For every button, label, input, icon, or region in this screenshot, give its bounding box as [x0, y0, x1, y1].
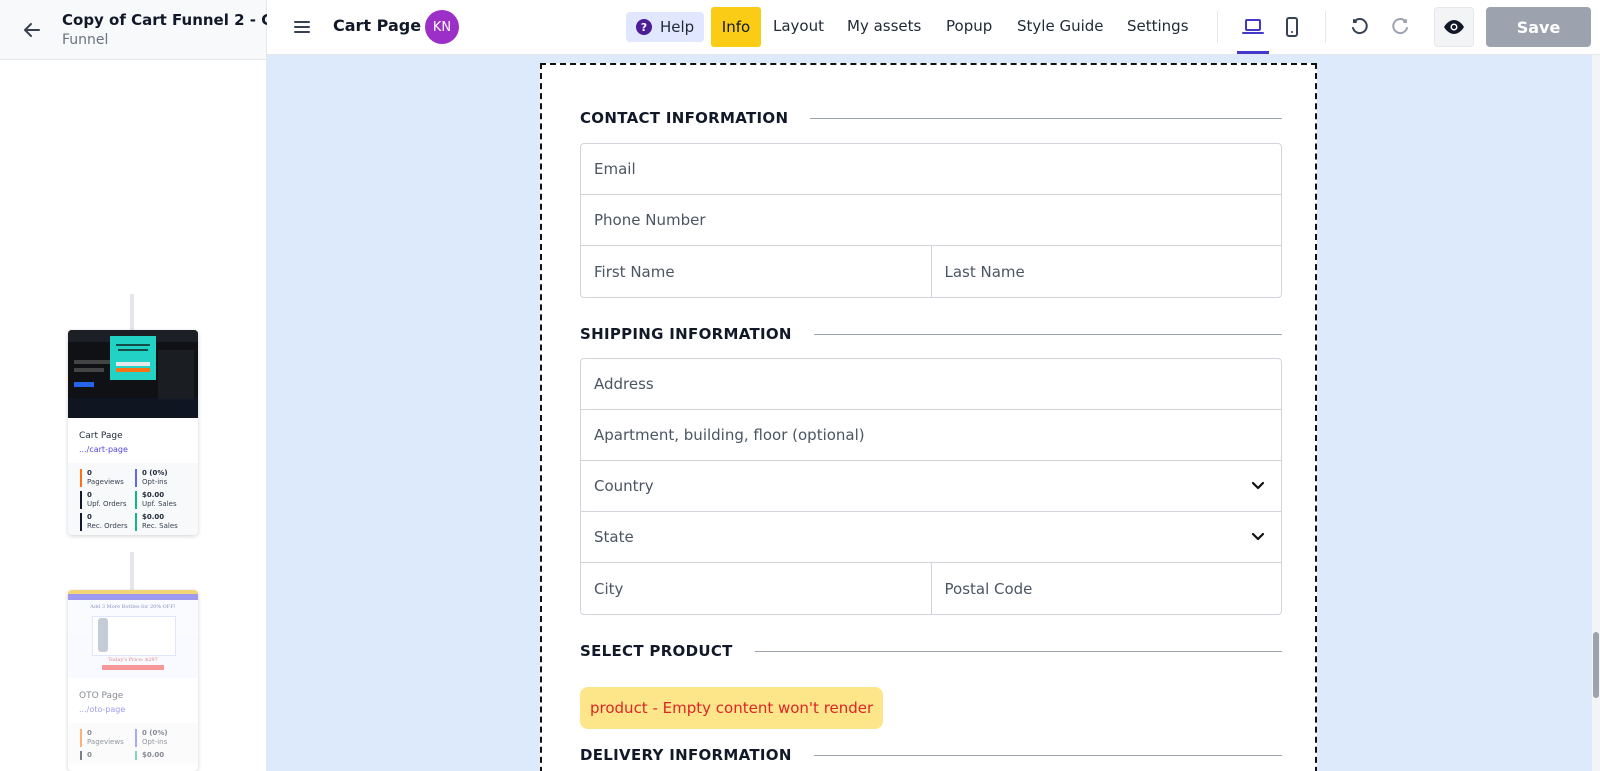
editor-canvas: CONTACT INFORMATION Email Phone Number F…: [267, 55, 1592, 771]
stat-upf-orders: 0: [80, 751, 135, 760]
phone-field[interactable]: Phone Number: [581, 195, 1281, 245]
step-thumbnail: Add 3 More Bottles for 20% OFF! Today's …: [68, 590, 198, 678]
address-field[interactable]: Address: [581, 359, 1281, 409]
contact-fields: Email Phone Number First Name Last Name: [580, 143, 1282, 298]
step-url[interactable]: .../oto-page: [68, 701, 198, 723]
stat-pageviews: 0 Pageviews: [80, 729, 135, 747]
mobile-view-icon[interactable]: [1279, 14, 1305, 40]
step-card-oto-page[interactable]: Add 3 More Bottles for 20% OFF! Today's …: [68, 590, 198, 771]
divider: [1325, 11, 1326, 43]
info-button[interactable]: Info: [711, 7, 761, 47]
shipping-fields: Address Apartment, building, floor (opti…: [580, 358, 1282, 615]
step-name: OTO Page: [79, 691, 124, 701]
stat-upf-sales: $0.00 Upf. Sales: [135, 491, 190, 509]
step-stats: 0 Pageviews 0 (0%) Opt-ins 0 $0.00: [68, 723, 198, 764]
scrollbar-thumb[interactable]: [1593, 632, 1599, 698]
funnel-subtitle: Funnel: [62, 32, 109, 48]
stat-optins: 0 (0%) Opt-ins: [135, 729, 190, 747]
divider: [1217, 11, 1218, 43]
postal-code-field[interactable]: Postal Code: [930, 563, 1282, 614]
funnel-title: Copy of Cart Funnel 2 - C...: [62, 11, 290, 29]
nav-popup[interactable]: Popup: [946, 17, 992, 35]
editor-toolbar: Cart Page KN ? Help Info Layout My asset…: [267, 0, 1600, 55]
desktop-view-icon[interactable]: [1240, 14, 1266, 40]
stat-optins: 0 (0%) Opt-ins: [135, 469, 190, 487]
step-url[interactable]: .../cart-page: [68, 441, 198, 463]
stat-rec-orders: 0 Rec. Orders: [80, 513, 135, 531]
question-icon: ?: [636, 19, 652, 35]
chevron-down-icon: [1251, 528, 1265, 546]
step-card-cart-page[interactable]: Cart Page .../cart-page 0 Pageviews 0 (0%…: [68, 330, 198, 535]
delivery-heading: DELIVERY INFORMATION: [580, 746, 1282, 764]
nav-layout[interactable]: Layout: [773, 17, 824, 35]
product-empty-notice[interactable]: product - Empty content won't render: [580, 687, 884, 729]
thumb-heading: Add 3 More Bottles for 20% OFF!: [90, 604, 176, 610]
stat-rec-sales: $0.00 Rec. Sales: [135, 513, 190, 531]
nav-my-assets[interactable]: My assets: [847, 17, 921, 35]
step-connector: [130, 552, 134, 590]
first-name-field[interactable]: First Name: [581, 246, 931, 297]
avatar[interactable]: KN: [425, 10, 459, 44]
last-name-field[interactable]: Last Name: [930, 246, 1282, 297]
menu-icon[interactable]: [291, 16, 313, 38]
step-thumbnail: [68, 330, 198, 418]
back-arrow-icon[interactable]: [20, 18, 44, 42]
apartment-field[interactable]: Apartment, building, floor (optional): [581, 410, 1281, 460]
chevron-down-icon: [1251, 477, 1265, 495]
help-button[interactable]: ? Help: [626, 12, 705, 42]
stat-upf-orders: 0 Upf. Orders: [80, 491, 135, 509]
city-field[interactable]: City: [581, 563, 931, 614]
save-button[interactable]: Save: [1486, 7, 1591, 47]
shipping-heading: SHIPPING INFORMATION: [580, 325, 1282, 343]
preview-eye-icon[interactable]: [1434, 7, 1474, 47]
checkout-form-section[interactable]: CONTACT INFORMATION Email Phone Number F…: [540, 63, 1317, 771]
undo-icon[interactable]: [1347, 14, 1373, 40]
step-stats: 0 Pageviews 0 (0%) Opt-ins 0 Upf. Orders $0…: [68, 463, 198, 535]
stat-pageviews: 0 Pageviews: [80, 469, 135, 487]
help-label: Help: [660, 18, 695, 36]
step-name: Cart Page: [79, 431, 123, 441]
nav-settings[interactable]: Settings: [1127, 17, 1189, 35]
product-heading: SELECT PRODUCT: [580, 642, 1282, 660]
email-field[interactable]: Email: [581, 144, 1281, 194]
state-select[interactable]: State: [581, 512, 1281, 562]
nav-style-guide[interactable]: Style Guide: [1017, 17, 1104, 35]
active-view-indicator: [1237, 51, 1269, 54]
contact-heading: CONTACT INFORMATION: [580, 109, 1282, 127]
stat-upf-sales: $0.00: [135, 751, 190, 760]
page-title: Cart Page: [333, 16, 422, 35]
country-select[interactable]: Country: [581, 461, 1281, 511]
sidebar-header: Copy of Cart Funnel 2 - C... Funnel: [0, 0, 289, 60]
step-connector: [130, 294, 134, 330]
redo-icon[interactable]: [1387, 14, 1413, 40]
thumb-price: Today's Price: $297: [108, 657, 158, 663]
funnel-sidebar: Copy of Cart Funnel 2 - C... Funnel Cart…: [0, 0, 289, 771]
